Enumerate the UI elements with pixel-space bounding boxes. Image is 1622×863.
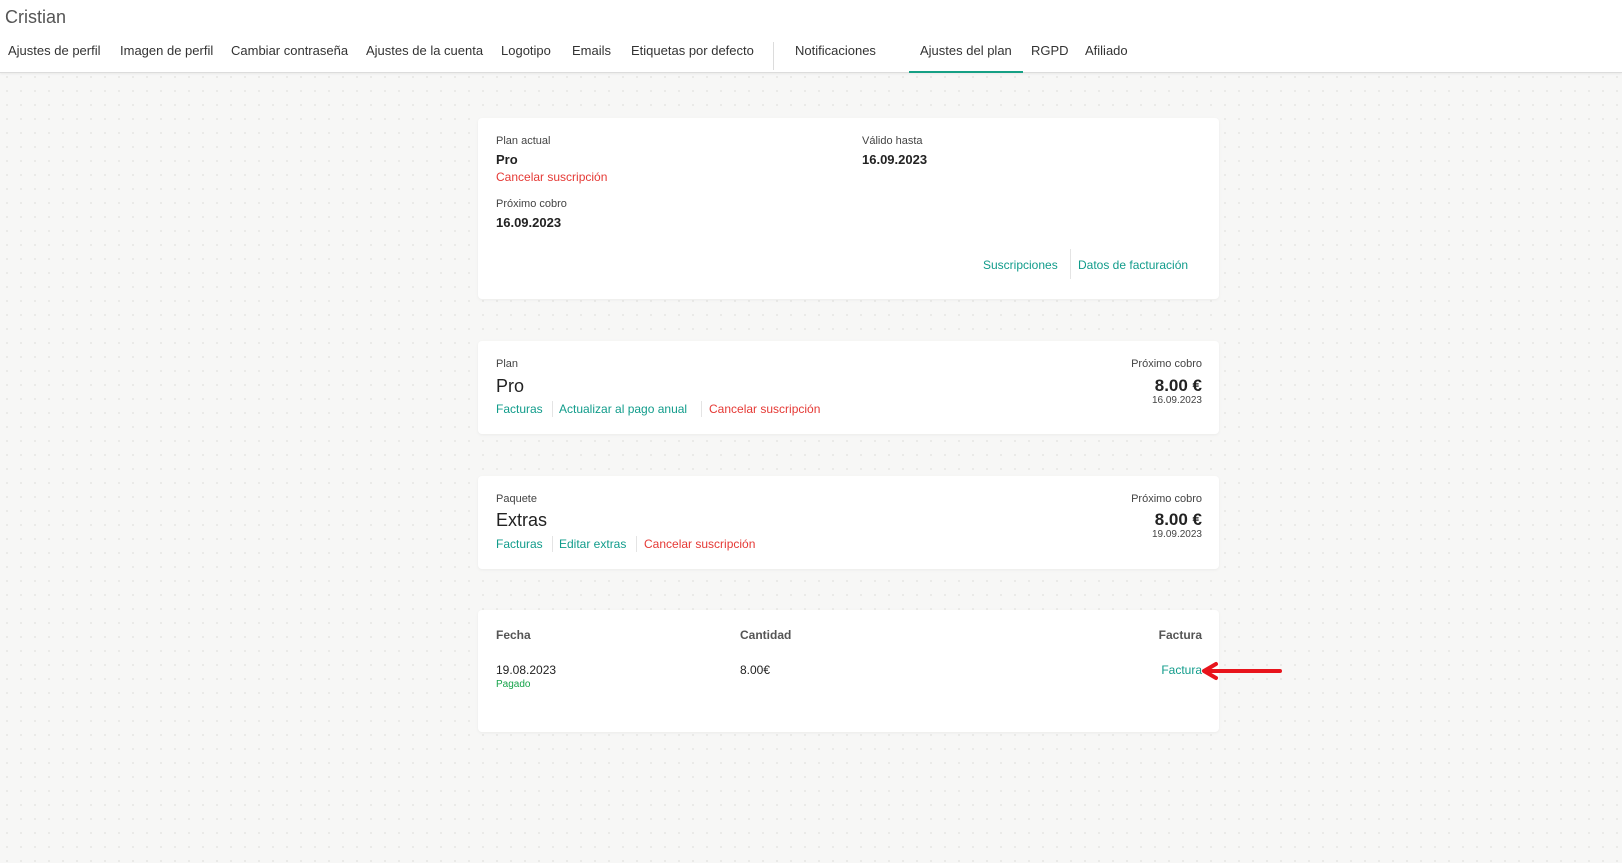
link-divider — [1070, 249, 1071, 279]
tab-divider — [773, 42, 774, 70]
edit-extras-link[interactable]: Editar extras — [559, 537, 626, 551]
row-amount: 8.00€ — [740, 663, 771, 677]
tab-notificaciones[interactable]: Notificaciones — [795, 40, 876, 73]
top-navigation-bar: Cristian Ajustes de perfil Imagen de per… — [0, 0, 1622, 73]
row-date: 19.08.2023 — [496, 663, 557, 677]
plan-cancel-link[interactable]: Cancelar suscripción — [709, 402, 820, 416]
link-divider — [701, 401, 702, 417]
package-next-date: 19.09.2023 — [1151, 529, 1202, 540]
tab-emails[interactable]: Emails — [572, 40, 611, 73]
tab-logotipo[interactable]: Logotipo — [501, 40, 551, 73]
plan-amount: 8.00 € — [1154, 376, 1202, 395]
cancel-subscription-link[interactable]: Cancelar suscripción — [496, 170, 607, 184]
plan-next-charge-label: Próximo cobro — [1131, 358, 1202, 370]
link-divider — [636, 536, 637, 552]
tab-rgpd[interactable]: RGPD — [1031, 40, 1069, 73]
red-arrow-icon — [1202, 662, 1282, 680]
paid-status-badge: Pagado — [496, 679, 531, 690]
upgrade-annual-link[interactable]: Actualizar al pago anual — [559, 402, 687, 416]
link-divider — [552, 536, 553, 552]
package-invoices-link[interactable]: Facturas — [496, 537, 543, 551]
plan-actual-value: Pro — [496, 152, 518, 167]
package-cancel-link[interactable]: Cancelar suscripción — [644, 537, 755, 551]
next-charge-label: Próximo cobro — [496, 198, 567, 210]
current-plan-card: Plan actual Pro Cancelar suscripción Vál… — [478, 118, 1219, 299]
plan-label: Plan — [496, 358, 519, 370]
amount-column-header: Cantidad — [740, 628, 792, 642]
package-name: Extras — [496, 510, 548, 530]
billing-data-link[interactable]: Datos de facturación — [1078, 258, 1188, 272]
valid-until-value: 16.09.2023 — [862, 152, 928, 167]
tab-ajustes-de-la-cuenta[interactable]: Ajustes de la cuenta — [366, 40, 483, 73]
tab-ajustes-de-perfil[interactable]: Ajustes de perfil — [8, 40, 101, 73]
invoice-column-header: Factura — [1158, 628, 1202, 642]
package-card: Paquete Extras Facturas Editar extras Ca… — [478, 476, 1219, 569]
package-amount: 8.00 € — [1154, 510, 1202, 529]
subscriptions-link[interactable]: Suscripciones — [983, 258, 1058, 272]
valid-until-label: Válido hasta — [862, 135, 923, 147]
package-next-charge-label: Próximo cobro — [1131, 493, 1202, 505]
next-charge-value: 16.09.2023 — [496, 215, 562, 230]
plan-next-date: 16.09.2023 — [1151, 395, 1202, 406]
tab-ajustes-del-plan[interactable]: Ajustes del plan — [909, 40, 1023, 73]
tab-imagen-de-perfil[interactable]: Imagen de perfil — [120, 40, 213, 73]
invoices-table-card: Fecha Cantidad Factura 19.08.2023 Pagado… — [478, 610, 1219, 732]
plan-invoices-link[interactable]: Facturas — [496, 402, 543, 416]
plan-actual-label: Plan actual — [496, 135, 551, 147]
tab-cambiar-contrasena[interactable]: Cambiar contraseña — [231, 40, 348, 73]
tab-etiquetas-por-defecto[interactable]: Etiquetas por defecto — [631, 40, 754, 73]
date-column-header: Fecha — [496, 628, 531, 642]
plan-name: Pro — [496, 376, 525, 396]
link-divider — [552, 401, 553, 417]
invoice-download-link[interactable]: Factura — [1161, 663, 1202, 677]
plan-card: Plan Pro Facturas Actualizar al pago anu… — [478, 341, 1219, 434]
tab-afiliado[interactable]: Afiliado — [1085, 40, 1128, 73]
package-label: Paquete — [496, 493, 537, 505]
user-name: Cristian — [5, 7, 67, 27]
